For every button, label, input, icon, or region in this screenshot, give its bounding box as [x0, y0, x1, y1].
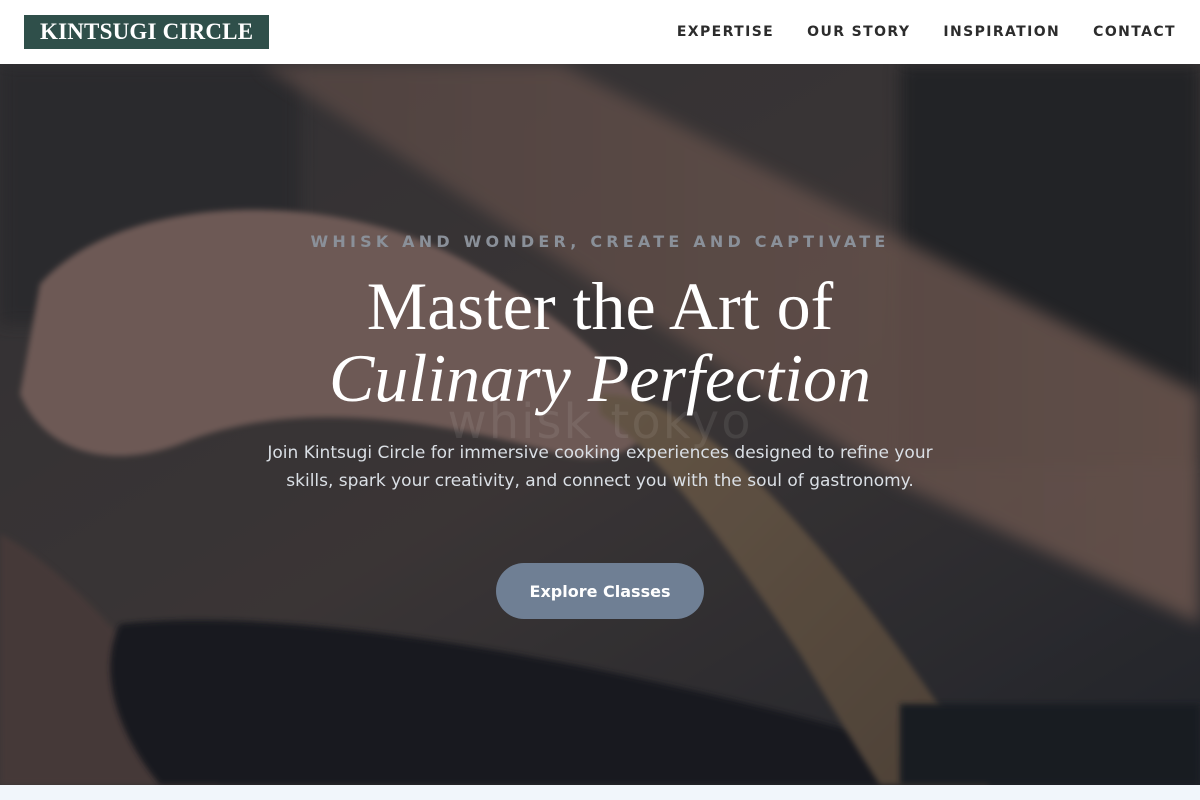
site-header: KINTSUGI CIRCLE EXPERTISE OUR STORY INSP… [0, 0, 1200, 64]
explore-classes-button[interactable]: Explore Classes [496, 563, 704, 619]
hero-content: WHISK AND WONDER, CREATE AND CAPTIVATE M… [0, 64, 1200, 785]
nav-item-our-story[interactable]: OUR STORY [807, 24, 910, 40]
nav-item-inspiration[interactable]: INSPIRATION [943, 24, 1060, 40]
main-nav: EXPERTISE OUR STORY INSPIRATION CONTACT [644, 24, 1176, 40]
brand-logo[interactable]: KINTSUGI CIRCLE [24, 15, 270, 49]
hero-eyebrow: WHISK AND WONDER, CREATE AND CAPTIVATE [310, 232, 890, 251]
hero-subtext: Join Kintsugi Circle for immersive cooki… [267, 443, 933, 491]
hero-section: whisk tokyo WHISK AND WONDER, CREATE AND… [0, 64, 1200, 785]
hero-headline-line2: Culinary Perfection [328, 340, 871, 416]
nav-item-contact[interactable]: CONTACT [1093, 24, 1176, 40]
hero-headline: Master the Art of Culinary Perfection [0, 270, 1200, 414]
next-section-strip [0, 785, 1200, 800]
hero-headline-line1: Master the Art of [366, 268, 834, 344]
nav-item-expertise[interactable]: EXPERTISE [677, 24, 774, 40]
